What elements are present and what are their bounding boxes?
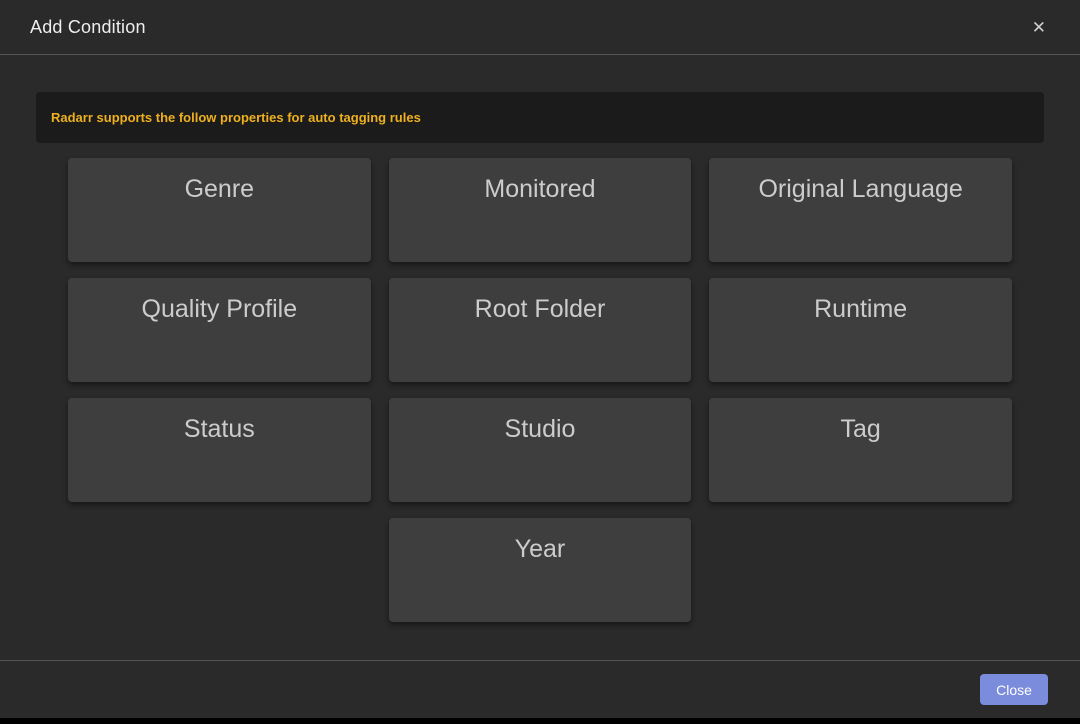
condition-card-tag[interactable]: Tag (709, 398, 1012, 502)
modal-footer: Close (0, 660, 1080, 718)
condition-card-studio[interactable]: Studio (389, 398, 692, 502)
condition-card-original-language[interactable]: Original Language (709, 158, 1012, 262)
condition-card-genre[interactable]: Genre (68, 158, 371, 262)
modal-body: Radarr supports the follow properties fo… (0, 55, 1080, 660)
condition-card-monitored[interactable]: Monitored (389, 158, 692, 262)
auto-tagging-info-banner: Radarr supports the follow properties fo… (36, 92, 1044, 143)
condition-grid: GenreMonitoredOriginal Language Quality P… (68, 158, 1012, 622)
modal-title: Add Condition (30, 17, 146, 38)
condition-card-status[interactable]: Status (68, 398, 371, 502)
modal-header: Add Condition ✕ (0, 0, 1080, 55)
close-icon[interactable]: ✕ (1028, 15, 1050, 40)
condition-card-year[interactable]: Year (389, 518, 692, 622)
condition-card-quality-profile[interactable]: Quality Profile (68, 278, 371, 382)
add-condition-modal: Add Condition ✕ Radarr supports the foll… (0, 0, 1080, 718)
condition-card-root-folder[interactable]: Root Folder (389, 278, 692, 382)
condition-card-runtime[interactable]: Runtime (709, 278, 1012, 382)
close-button[interactable]: Close (980, 674, 1048, 705)
